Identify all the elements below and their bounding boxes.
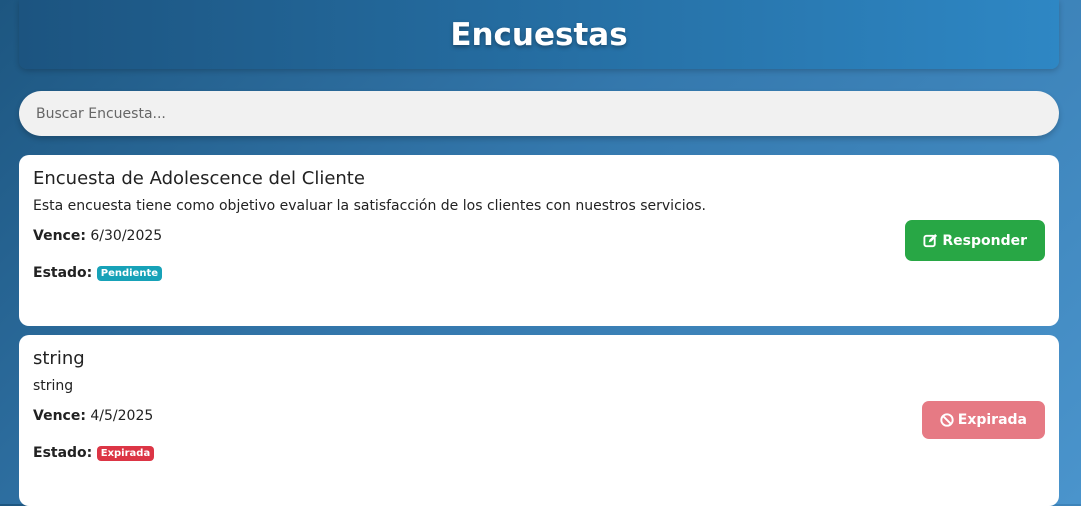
due-label: Vence: [33, 408, 86, 424]
survey-due: Vence: 4/5/2025 [33, 408, 1045, 424]
expired-button[interactable]: Expirada [921, 401, 1045, 439]
survey-status: Estado: Pendiente [33, 265, 1045, 281]
due-value: 6/30/2025 [90, 228, 163, 244]
survey-title: string [33, 348, 85, 369]
search-input[interactable] [19, 91, 1059, 136]
due-value: 4/5/2025 [90, 408, 154, 424]
page-title: Encuestas [450, 16, 628, 53]
survey-card: string string Vence: 4/5/2025 Estado: Ex… [19, 335, 1059, 506]
status-label: Estado: [33, 445, 93, 461]
ban-icon [940, 413, 954, 427]
survey-description: Esta encuesta tiene como objetivo evalua… [33, 198, 706, 214]
survey-status: Estado: Expirada [33, 445, 1045, 461]
status-badge: Expirada [96, 446, 155, 461]
survey-title: Encuesta de Adolescence del Cliente [33, 168, 365, 189]
page-header: Encuestas [19, 0, 1059, 69]
survey-card: Encuesta de Adolescence del Cliente Esta… [19, 155, 1059, 326]
status-label: Estado: [33, 265, 93, 281]
respond-label: Responder [942, 232, 1027, 249]
survey-due: Vence: 6/30/2025 [33, 228, 1045, 244]
status-badge: Pendiente [96, 266, 163, 281]
edit-icon [923, 233, 938, 248]
survey-description: string [33, 378, 74, 394]
expired-label: Expirada [957, 412, 1027, 428]
respond-button[interactable]: Responder [905, 220, 1045, 261]
due-label: Vence: [33, 228, 86, 244]
